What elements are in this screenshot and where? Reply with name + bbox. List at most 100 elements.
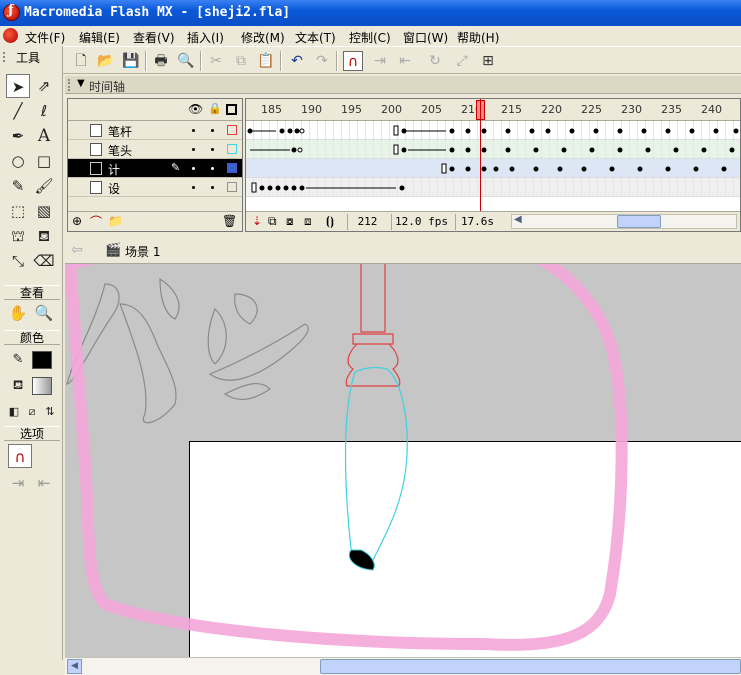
visibility-dot[interactable] (192, 129, 195, 132)
pencil-tool-icon[interactable]: ✎ (6, 174, 30, 198)
lock-dot[interactable] (211, 186, 214, 189)
frame-ruler[interactable]: 185 190 195 200 205 210 215 220 225 230 … (246, 99, 740, 121)
edit-multiple-icon[interactable]: ⧈ (304, 214, 312, 229)
center-frame-icon[interactable]: ⇣ (252, 214, 262, 228)
save-icon[interactable]: 💾 (121, 51, 141, 71)
menu-modify[interactable]: 修改(M) (241, 29, 285, 46)
smooth-option-icon[interactable]: ⇥ (6, 471, 30, 495)
scroll-left-icon[interactable]: ◀ (67, 659, 82, 674)
onion-markers-icon[interactable]: ⦗⦘ (326, 214, 334, 229)
frame-row[interactable] (246, 140, 740, 159)
frame-grid[interactable]: 185 190 195 200 205 210 215 220 225 230 … (245, 98, 741, 232)
eraser-tool-icon[interactable]: ⌫ (32, 249, 56, 273)
fill-transform-tool-icon[interactable]: ▧ (32, 199, 56, 223)
smooth-icon[interactable]: ⇥ (370, 51, 390, 71)
snap-to-objects-icon[interactable]: ∩ (8, 444, 32, 468)
menu-file[interactable]: 文件(F) (25, 29, 65, 46)
timeline-scrollbar[interactable]: ◀ (511, 214, 737, 229)
back-arrow-icon[interactable]: ⇦ (71, 242, 83, 258)
rectangle-tool-icon[interactable]: □ (32, 149, 56, 173)
stage-horizontal-scrollbar[interactable]: ◀ (65, 657, 741, 675)
document-icon[interactable] (3, 28, 18, 43)
outline-color-box[interactable] (227, 125, 237, 135)
scale-icon[interactable]: ⤢ (452, 51, 472, 71)
visibility-dot[interactable] (192, 148, 195, 151)
line-tool-icon[interactable]: ╱ (6, 99, 30, 123)
add-guide-layer-icon[interactable]: ⌒ (90, 213, 102, 230)
snap-magnet-icon[interactable]: ∩ (343, 51, 363, 71)
menu-view[interactable]: 查看(V) (133, 29, 175, 46)
rotate-icon[interactable]: ↻ (425, 51, 445, 71)
scene-label[interactable]: 场景 1 (125, 243, 160, 260)
swap-colors-icon[interactable]: ⇅ (38, 400, 62, 424)
layer-name[interactable]: 笔杆 (108, 123, 132, 140)
layer-name[interactable]: 计 (108, 161, 120, 178)
ink-bottle-tool-icon[interactable]: ⛫ (6, 224, 30, 248)
pen-tool-icon[interactable]: ✒ (6, 124, 30, 148)
text-tool-icon[interactable]: A (32, 124, 56, 148)
menu-help[interactable]: 帮助(H) (457, 29, 499, 46)
layer-name[interactable]: 设 (108, 180, 120, 197)
layer-row[interactable]: 笔头 (68, 140, 242, 159)
trash-icon[interactable]: 🗑 (222, 214, 237, 228)
visibility-dot[interactable] (192, 186, 195, 189)
frame-row[interactable] (246, 178, 740, 197)
scrollbar-thumb[interactable] (320, 659, 741, 674)
flash-app-icon[interactable] (3, 3, 20, 21)
free-transform-tool-icon[interactable]: ⬚ (6, 199, 30, 223)
straighten-option-icon[interactable]: ⇤ (32, 471, 56, 495)
cut-icon[interactable]: ✂ (206, 51, 226, 71)
print-preview-icon[interactable]: 🔍 (176, 51, 196, 71)
scroll-left-arrow-icon[interactable]: ◀ (514, 214, 522, 225)
visibility-dot[interactable] (192, 167, 195, 170)
outline-icon[interactable] (226, 104, 237, 115)
timeline-header[interactable]: ▼ 时间轴 (65, 76, 741, 94)
lock-icon[interactable]: 🔒 (208, 102, 222, 115)
scrollbar-thumb[interactable] (617, 215, 661, 228)
oval-tool-icon[interactable]: ○ (6, 149, 30, 173)
paste-icon[interactable]: 📋 (256, 51, 276, 71)
new-file-icon[interactable]: 🗋 (71, 51, 91, 71)
lock-dot[interactable] (211, 129, 214, 132)
menu-text[interactable]: 文本(T) (295, 29, 336, 46)
undo-icon[interactable]: ↶ (287, 51, 307, 71)
collapse-arrow-icon[interactable]: ▼ (77, 78, 85, 89)
menu-window[interactable]: 窗口(W) (403, 29, 448, 46)
eyedropper-tool-icon[interactable]: ⤡ (6, 249, 30, 273)
align-icon[interactable]: ⊞ (478, 51, 498, 71)
hand-tool-icon[interactable]: ✋ (6, 301, 30, 325)
zoom-tool-icon[interactable]: 🔍 (32, 301, 56, 325)
paint-bucket-tool-icon[interactable]: ⛾ (32, 224, 56, 248)
layer-row[interactable]: 笔杆 (68, 121, 242, 140)
stage-work-area[interactable] (65, 264, 741, 657)
subselect-tool-icon[interactable]: ⇗ (32, 74, 56, 98)
stroke-color-swatch[interactable] (32, 351, 52, 369)
menu-control[interactable]: 控制(C) (349, 29, 391, 46)
onion-skin-icon[interactable]: ⧉ (268, 214, 277, 229)
layer-row[interactable]: 设 (68, 178, 242, 197)
frame-row[interactable] (246, 121, 740, 140)
add-layer-icon[interactable]: ⊕ (72, 214, 82, 228)
menu-insert[interactable]: 插入(I) (187, 29, 224, 46)
layer-row[interactable]: 计 ✎ (68, 159, 242, 178)
lasso-tool-icon[interactable]: ℓ (32, 99, 56, 123)
frame-row[interactable] (246, 159, 740, 178)
redo-icon[interactable]: ↷ (312, 51, 332, 71)
outline-color-box[interactable] (227, 182, 237, 192)
lock-dot[interactable] (211, 148, 214, 151)
fill-color-swatch[interactable] (32, 377, 52, 395)
outline-color-box[interactable] (227, 144, 237, 154)
open-file-icon[interactable]: 📂 (96, 51, 116, 71)
onion-outline-icon[interactable]: ⧇ (286, 214, 294, 229)
eye-icon[interactable]: 👁 (188, 102, 203, 116)
insert-folder-icon[interactable]: 📁 (108, 214, 123, 228)
lock-dot[interactable] (211, 167, 214, 170)
layer-name[interactable]: 笔头 (108, 142, 132, 159)
arrow-tool-icon[interactable]: ➤ (6, 74, 30, 98)
copy-icon[interactable]: ⧉ (231, 51, 251, 71)
grip-icon[interactable] (3, 52, 7, 62)
print-icon[interactable]: 🖶 (151, 51, 171, 71)
straighten-icon[interactable]: ⇤ (395, 51, 415, 71)
grip-icon[interactable] (68, 79, 72, 91)
brush-tool-icon[interactable]: 🖌 (32, 174, 56, 198)
